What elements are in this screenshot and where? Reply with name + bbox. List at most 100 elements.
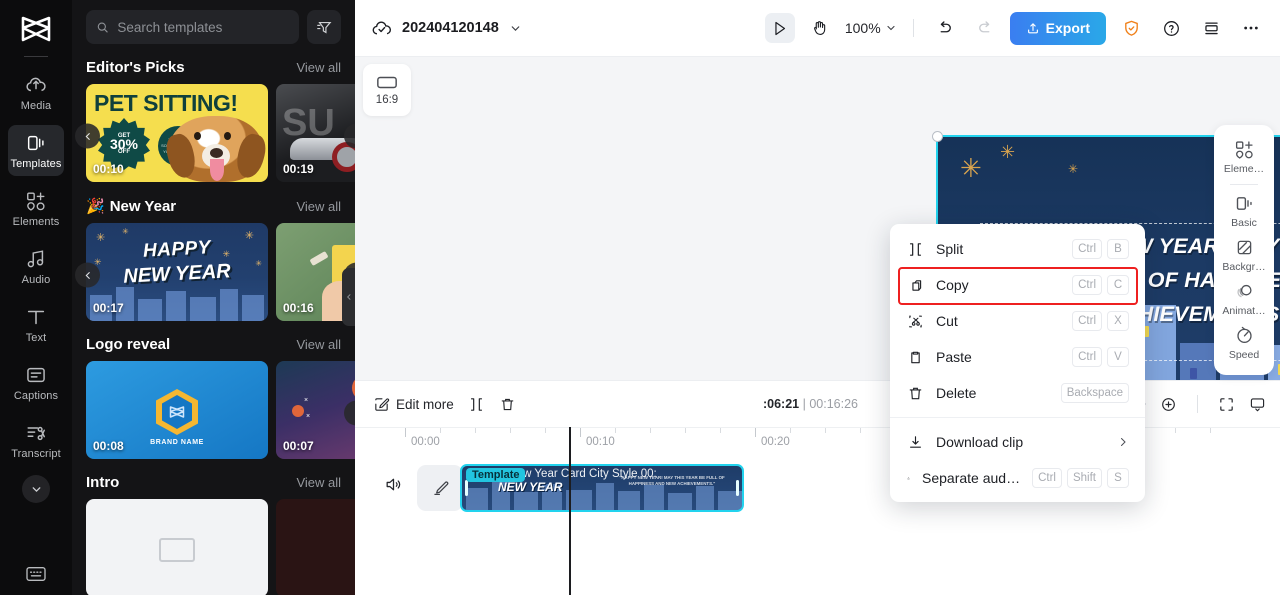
export-button[interactable]: Export bbox=[1009, 11, 1106, 45]
timecode-display: :06:21 | 00:16:26 bbox=[763, 397, 858, 411]
split-button[interactable] bbox=[468, 396, 485, 413]
shortcut-key: X bbox=[1107, 311, 1129, 331]
search-input[interactable] bbox=[117, 19, 289, 35]
timeline-playhead[interactable] bbox=[569, 427, 571, 595]
context-menu-item-delete[interactable]: Delete Backspace bbox=[890, 375, 1145, 411]
tool-elements[interactable]: Eleme… bbox=[1216, 134, 1272, 178]
cloud-sync-icon[interactable] bbox=[371, 18, 392, 39]
shortcut-key: Ctrl bbox=[1072, 347, 1102, 367]
shield-check-button[interactable] bbox=[1116, 13, 1146, 43]
tool-background[interactable]: Backgr… bbox=[1216, 232, 1272, 276]
tool-speed[interactable]: Speed bbox=[1216, 320, 1272, 364]
edit-more-button[interactable]: Edit more bbox=[373, 396, 454, 413]
search-templates-box[interactable] bbox=[86, 10, 299, 44]
section-title: New Year bbox=[109, 197, 177, 215]
template-headline: PET SITTING! bbox=[94, 90, 238, 116]
preview-screen-button[interactable] bbox=[1249, 396, 1266, 413]
template-card-supercar[interactable]: SU 00:19 bbox=[276, 84, 355, 182]
context-menu-item-separate-audio[interactable]: Separate aud… Ctrl Shift S bbox=[890, 460, 1145, 496]
carousel-prev-editors-picks[interactable] bbox=[75, 123, 100, 149]
sidebar-item-media[interactable]: Media bbox=[8, 67, 64, 118]
edit-more-label: Edit more bbox=[396, 396, 454, 412]
undo-button[interactable] bbox=[930, 13, 960, 43]
zoom-level-control[interactable]: 100% bbox=[845, 20, 897, 36]
aspect-ratio-chip[interactable]: 16:9 bbox=[363, 64, 411, 116]
ruler-label: 00:10 bbox=[586, 436, 615, 448]
template-card-white-intro[interactable] bbox=[86, 499, 268, 595]
tool-basic[interactable]: Basic bbox=[1216, 188, 1272, 232]
right-tool-panel: Eleme… Basic Backgr… Animat… Speed bbox=[1214, 125, 1274, 375]
select-tool-button[interactable] bbox=[764, 13, 795, 43]
preview-screen-icon bbox=[1250, 397, 1265, 411]
redo-button[interactable] bbox=[970, 13, 1000, 43]
clip-trim-handle-right[interactable] bbox=[736, 480, 739, 496]
context-menu-item-download-clip[interactable]: Download clip bbox=[890, 424, 1145, 460]
badge-mid: 30% bbox=[109, 136, 139, 152]
section-title: Intro bbox=[86, 474, 120, 491]
tool-label: Basic bbox=[1231, 217, 1257, 229]
shortcut-key: Ctrl bbox=[1072, 311, 1102, 331]
export-label: Export bbox=[1045, 20, 1090, 36]
view-all-intro[interactable]: View all bbox=[296, 475, 341, 490]
tool-label: Animat… bbox=[1222, 305, 1266, 317]
timeline-clip[interactable]: Happy New Year Card City Style 00: NEW Y… bbox=[460, 464, 744, 512]
track-mute-button[interactable] bbox=[367, 475, 419, 494]
rail-divider bbox=[24, 56, 48, 57]
collapse-panel-handle[interactable] bbox=[342, 268, 355, 326]
sidebar-item-text[interactable]: Text bbox=[8, 299, 64, 350]
capcut-logo-icon[interactable] bbox=[16, 12, 56, 46]
editor-topbar: 202404120148 100% Export bbox=[355, 0, 1280, 57]
template-card-pet-sitting[interactable]: PET SITTING! GET 30% OFF THE BEST SOLUTI… bbox=[86, 84, 268, 182]
view-all-logo-reveal[interactable]: View all bbox=[296, 337, 341, 352]
separate-audio-icon bbox=[907, 476, 910, 479]
context-menu-item-cut[interactable]: Cut Ctrl X bbox=[890, 303, 1145, 339]
copy-icon bbox=[912, 279, 922, 291]
clip-trim-handle-left[interactable] bbox=[465, 480, 468, 496]
delete-button[interactable] bbox=[499, 396, 516, 413]
sidebar-item-elements[interactable]: Elements bbox=[8, 183, 64, 234]
template-card-happy-new-year[interactable]: ✳ ✳ ✳ ✳ ✳ ✳ HAPPY NEW YEAR 00:17 bbox=[86, 223, 268, 321]
view-all-editors-picks[interactable]: View all bbox=[296, 60, 341, 75]
sidebar-item-transcript[interactable]: Transcript bbox=[8, 415, 64, 466]
shortcut-keys: Ctrl C bbox=[1072, 275, 1129, 295]
carousel-prev-new-year[interactable] bbox=[75, 262, 100, 288]
view-all-new-year[interactable]: View all bbox=[296, 199, 341, 214]
section-header-logo-reveal: Logo reveal View all bbox=[72, 327, 355, 361]
template-row-new-year: ✳ ✳ ✳ ✳ ✳ ✳ HAPPY NEW YEAR 00:17 00:16 bbox=[72, 223, 355, 327]
hand-tool-button[interactable] bbox=[805, 13, 835, 43]
sidebar-item-templates[interactable]: Templates bbox=[8, 125, 64, 176]
resize-handle-top-left[interactable] bbox=[932, 131, 943, 142]
more-options-button[interactable] bbox=[1236, 13, 1266, 43]
context-menu-label: Separate aud… bbox=[922, 470, 1021, 486]
project-name[interactable]: 202404120148 bbox=[402, 20, 499, 36]
context-menu-label: Copy bbox=[936, 277, 969, 293]
keyboard-shortcuts-icon[interactable] bbox=[25, 565, 47, 583]
expand-sidebar-button[interactable] bbox=[22, 475, 50, 503]
zoom-in-icon bbox=[1162, 397, 1175, 411]
filter-button[interactable] bbox=[307, 10, 341, 44]
zoom-in-button[interactable] bbox=[1160, 396, 1177, 413]
context-menu-item-copy[interactable]: Copy Ctrl C bbox=[890, 267, 1145, 303]
context-menu-item-paste[interactable]: Paste Ctrl V bbox=[890, 339, 1145, 375]
project-dropdown-icon[interactable] bbox=[509, 22, 522, 35]
tool-label: Speed bbox=[1228, 349, 1260, 361]
context-menu-item-split[interactable]: Split Ctrl B bbox=[890, 231, 1145, 267]
fit-screen-button[interactable] bbox=[1218, 396, 1235, 413]
tool-animation[interactable]: Animat… bbox=[1216, 276, 1272, 320]
chevron-left-icon bbox=[85, 271, 90, 279]
sidebar-item-label: Audio bbox=[21, 274, 51, 286]
sidebar-item-captions[interactable]: Captions bbox=[8, 357, 64, 408]
help-button[interactable] bbox=[1156, 13, 1186, 43]
layout-button[interactable] bbox=[1196, 13, 1226, 43]
track-edit-button[interactable] bbox=[417, 465, 463, 511]
template-row-logo-reveal: BRAND NAME 00:08 × × 00:07 bbox=[72, 361, 355, 465]
trash-icon bbox=[501, 398, 514, 410]
context-menu-label: Cut bbox=[936, 313, 958, 329]
context-menu-label: Download clip bbox=[936, 434, 1024, 450]
sidebar-item-audio[interactable]: Audio bbox=[8, 241, 64, 292]
template-card-purple-logo[interactable]: × × 00:07 bbox=[276, 361, 355, 459]
template-card-brand-logo[interactable]: BRAND NAME 00:08 bbox=[86, 361, 268, 459]
template-card-dark-intro[interactable] bbox=[276, 499, 355, 595]
shortcut-key: Ctrl bbox=[1072, 239, 1102, 259]
context-menu-label: Paste bbox=[936, 349, 972, 365]
